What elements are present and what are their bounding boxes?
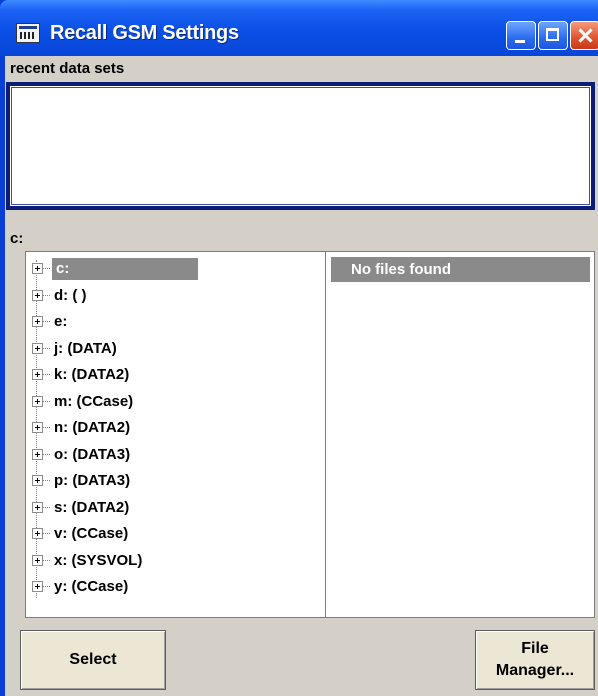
tree-item-label: x: (SYSVOL) [54,551,143,569]
no-files-message: No files found [331,257,590,282]
tree-item-label: d: ( ) [54,286,87,304]
expand-plus-icon[interactable] [32,289,43,301]
tree-item-label: n: (DATA2) [54,419,131,436]
select-button-label: Select [69,651,117,668]
tree-connector [43,400,50,402]
tree-item-drive[interactable]: d: ( ) [30,283,320,309]
tree-item-label: s: (DATA2) [54,498,130,516]
tree-item-drive[interactable]: s: (DATA2) [30,495,320,521]
expand-plus-icon[interactable] [32,263,43,274]
expand-plus-icon[interactable] [32,501,43,513]
tree-item-label: k: (DATA2) [54,366,130,383]
tree-item-drive[interactable]: j: (DATA) [30,336,320,362]
tree-connector [43,268,50,269]
tree-item-label: o: (DATA3) [54,445,131,463]
select-button[interactable]: Select [20,630,166,690]
drive-tree[interactable]: c: d: ( ) e: j: (DATA) k: (DATA2) m: (CCase) n… [25,251,326,618]
tree-connector [43,586,50,587]
tree-connector [43,321,50,322]
expand-plus-icon[interactable] [32,316,43,327]
tree-item-drive[interactable]: k: (DATA2) [30,362,320,388]
tree-connector [43,559,50,561]
tree-item-drive[interactable]: m: (CCase) [30,389,320,415]
tree-connector [43,453,50,455]
expand-plus-icon[interactable] [32,342,43,354]
expand-plus-icon[interactable] [32,554,43,566]
expand-plus-icon[interactable] [32,422,43,433]
expand-plus-icon[interactable] [32,528,43,539]
minimize-button[interactable] [506,21,536,50]
tree-connector [43,294,50,296]
file-manager-label-line1: File [521,640,549,657]
tree-item-drive[interactable]: e: [30,309,320,335]
tree-connector [43,533,50,534]
current-path-label: c: [10,230,24,247]
tree-item-label: c: [52,258,198,280]
tree-item-label: m: (CCase) [54,392,134,410]
tree-connector [43,480,50,481]
expand-plus-icon[interactable] [32,448,43,460]
tree-item-label: y: (CCase) [54,578,129,595]
tree-connector [43,506,50,508]
file-list[interactable]: No files found [325,251,595,618]
file-manager-label-line2: Manager... [495,662,575,679]
tree-item-drive[interactable]: p: (DATA3) [30,468,320,494]
tree-connector [43,427,50,428]
tree-item-label: j: (DATA) [54,339,117,357]
tree-connector [43,374,50,375]
tree-item-drive[interactable]: v: (CCase) [30,521,320,547]
tree-item-drive[interactable]: o: (DATA3) [30,442,320,468]
tree-item-drive[interactable]: c: [30,256,320,282]
maximize-button[interactable] [538,21,568,50]
recent-data-sets-list[interactable] [6,82,595,210]
expand-plus-icon[interactable] [32,395,43,407]
window-title: Recall GSM Settings [50,22,239,44]
dialog-window: Recall GSM Settings recent data sets c: … [0,0,598,696]
app-icon [16,23,40,43]
file-manager-button[interactable]: File Manager... [475,630,595,690]
tree-item-label: v: (CCase) [54,525,129,542]
tree-item-drive[interactable]: y: (CCase) [30,574,320,600]
expand-plus-icon[interactable] [32,581,43,592]
tree-item-label: e: [54,313,68,330]
expand-plus-icon[interactable] [32,475,43,486]
close-button[interactable] [570,21,598,50]
tree-item-drive[interactable]: x: (SYSVOL) [30,548,320,574]
tree-item-label: p: (DATA3) [54,472,131,489]
recent-data-sets-label: recent data sets [10,60,125,77]
tree-item-drive[interactable]: n: (DATA2) [30,415,320,441]
title-bar[interactable]: Recall GSM Settings [0,0,598,56]
tree-connector [43,347,50,349]
dialog-body: recent data sets c: c: d: ( ) e: j: (DATA) k… [5,56,598,696]
expand-plus-icon[interactable] [32,369,43,380]
